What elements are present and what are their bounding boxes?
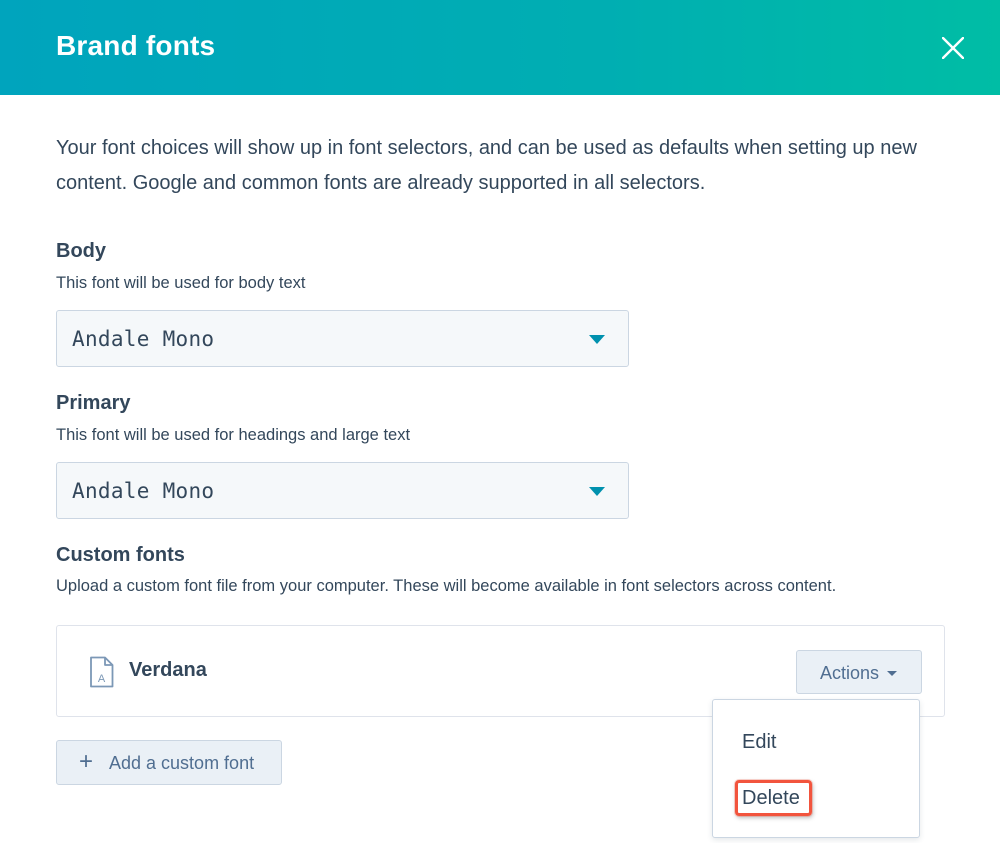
body-font-title: Body [56,240,106,262]
dialog-header: Brand fonts [0,0,1000,95]
menu-item-edit[interactable]: Edit [742,731,776,754]
add-custom-font-button[interactable]: + Add a custom font [56,740,282,785]
body-font-value: Andale Mono [72,327,215,351]
primary-font-value: Andale Mono [72,479,215,503]
menu-item-delete[interactable]: Delete [742,787,800,810]
close-button[interactable] [936,31,970,65]
add-custom-font-label: Add a custom font [109,753,255,773]
actions-label: Actions [820,663,880,683]
dialog-title: Brand fonts [56,30,216,61]
svg-text:A: A [98,673,106,685]
chevron-down-icon [589,335,605,344]
actions-button[interactable]: Actions [796,650,922,694]
custom-fonts-title: Custom fonts [56,544,185,566]
intro-text: Your font choices will show up in font s… [56,137,917,194]
primary-font-subtitle: This font will be used for headings and … [56,426,411,444]
chevron-down-icon [589,487,605,496]
plus-icon: + [79,748,94,775]
actions-dropdown-menu: Edit Delete [712,699,920,838]
custom-font-name: Verdana [129,659,207,681]
body-font-subtitle: This font will be used for body text [56,274,306,292]
caret-down-icon [887,671,897,676]
body-font-select[interactable]: Andale Mono [56,310,629,367]
custom-fonts-subtitle: Upload a custom font file from your comp… [56,577,837,595]
close-icon [942,37,964,59]
font-file-icon: A [90,656,114,688]
primary-font-select[interactable]: Andale Mono [56,462,629,519]
primary-font-title: Primary [56,392,131,414]
